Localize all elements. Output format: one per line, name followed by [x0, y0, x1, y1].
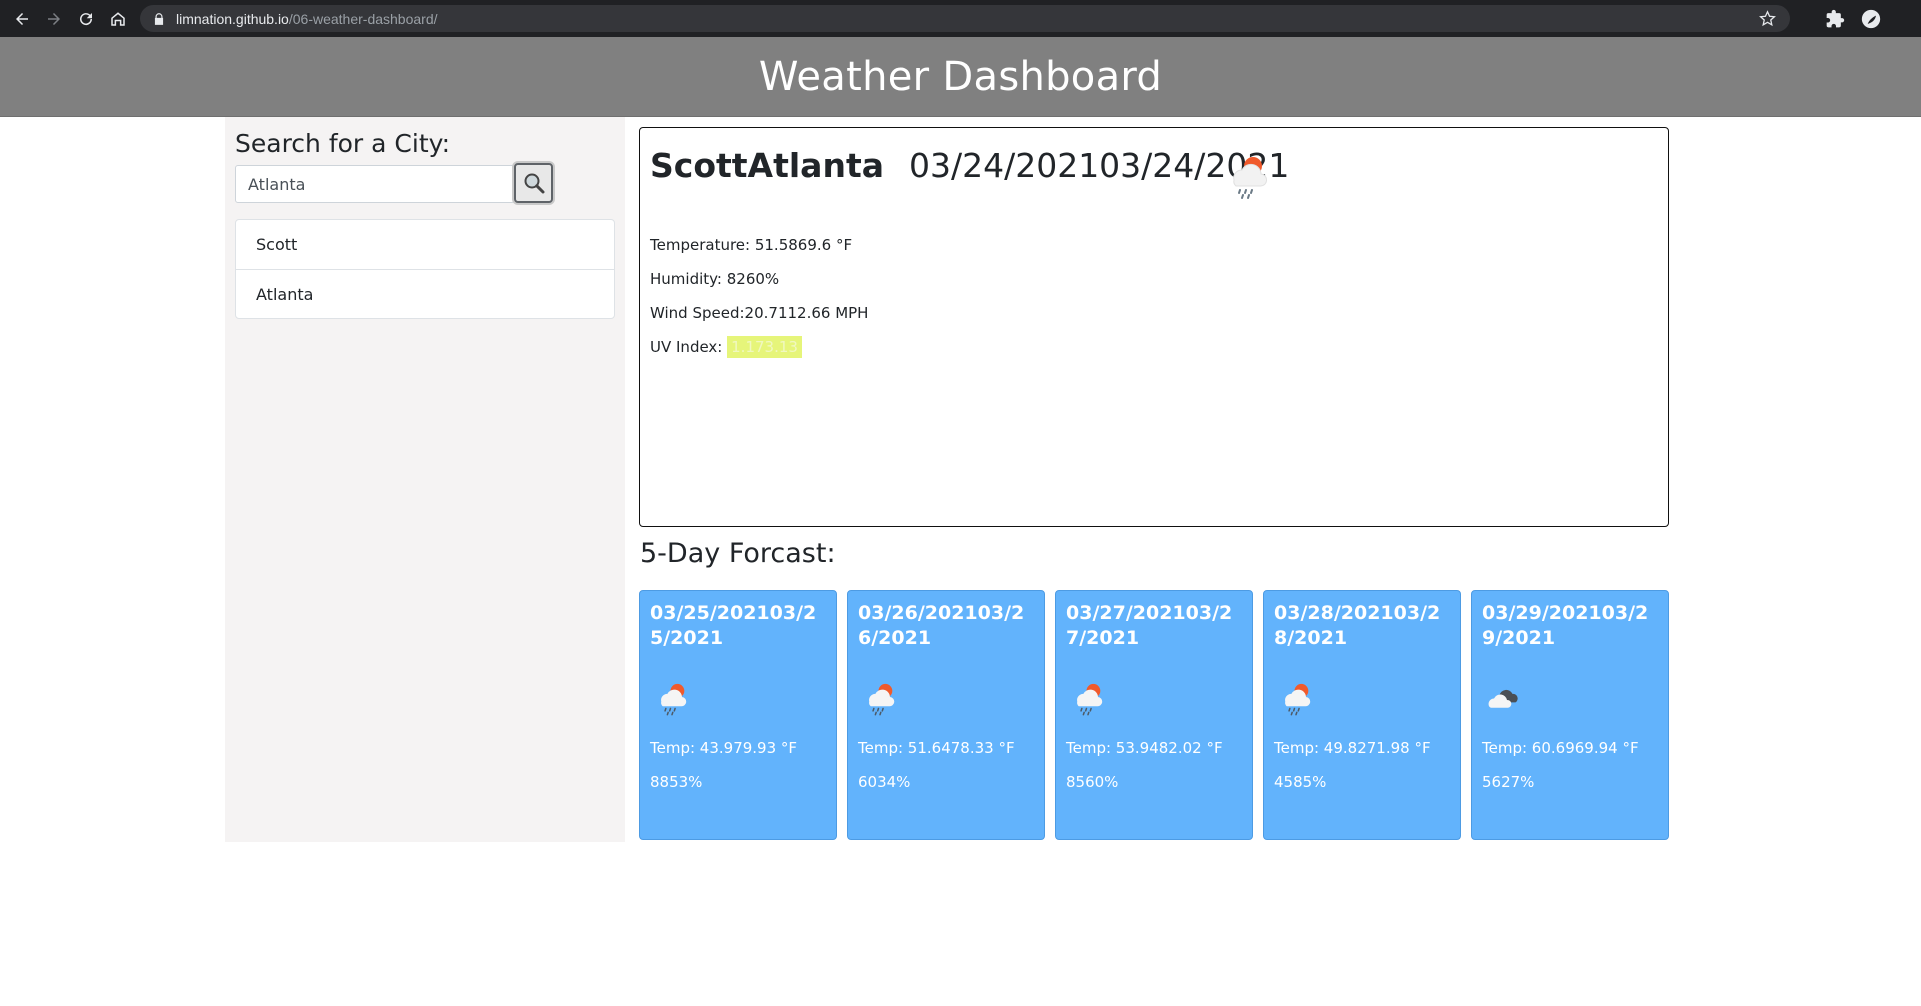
extensions-puzzle-icon[interactable] [1825, 9, 1845, 29]
current-weather-title: ScottAtlanta 03/24/202103/24/2021 [650, 146, 1289, 185]
browser-toolbar: limnation.github.io/06-weather-dashboard… [0, 0, 1921, 37]
arrow-right-icon [48, 12, 60, 25]
forecast-date: 03/29/202103/29/2021 [1482, 602, 1649, 649]
rain-sun-icon [1285, 683, 1311, 716]
arrow-left-icon [16, 12, 28, 25]
address-bar[interactable]: limnation.github.io/06-weather-dashboard… [140, 5, 1790, 32]
browser-actions [1825, 0, 1881, 37]
history-item-scott[interactable]: Scott [236, 220, 614, 269]
current-stats: Temperature: 51.5869.6 °F Humidity: 8260… [650, 228, 868, 364]
forecast-humidity: 8560% [1066, 773, 1119, 791]
profile-avatar-icon[interactable] [1861, 9, 1881, 29]
reload-icon [80, 12, 93, 25]
uv-index-label: UV Index: [650, 338, 723, 356]
forecast-humidity: 8853% [650, 773, 703, 791]
url-host: limnation.github.io [176, 10, 289, 27]
forecast-date: 03/28/202103/28/2021 [1274, 602, 1441, 649]
page-header: Weather Dashboard [0, 37, 1921, 117]
current-uv-index: UV Index: 1.173.13 [650, 330, 868, 364]
current-wind-speed: Wind Speed:20.7112.66 MPH [650, 304, 869, 322]
forecast-card: 03/26/202103/26/2021 Temp: 51.6478.33 °F… [847, 590, 1045, 840]
forecast-date: 03/27/202103/27/2021 [1066, 602, 1233, 649]
rain-sun-icon [1233, 157, 1267, 199]
history-item-atlanta[interactable]: Atlanta [236, 269, 614, 318]
home-icon [111, 11, 125, 26]
search-button[interactable] [514, 163, 553, 203]
forecast-date: 03/26/202103/26/2021 [858, 602, 1025, 649]
forward-button[interactable] [38, 0, 70, 37]
forecast-humidity: 4585% [1274, 773, 1327, 791]
rain-sun-icon [661, 683, 687, 716]
forecast-temp: Temp: 49.8271.98 °F [1274, 739, 1431, 757]
page-title: Weather Dashboard [758, 53, 1163, 100]
forecast-temp: Temp: 51.6478.33 °F [858, 739, 1015, 757]
current-weather-panel: ScottAtlanta 03/24/202103/24/2021 Temper… [639, 127, 1669, 527]
forecast-date: 03/25/202103/25/2021 [650, 602, 817, 649]
forecast-humidity: 5627% [1482, 773, 1535, 791]
search-history-list: Scott Atlanta [235, 219, 615, 319]
current-humidity: Humidity: 8260% [650, 270, 780, 288]
forecast-temp: Temp: 53.9482.02 °F [1066, 739, 1223, 757]
bookmark-star-icon[interactable] [1759, 10, 1776, 27]
current-temperature: Temperature: 51.5869.6 °F [650, 236, 853, 254]
forecast-card: 03/28/202103/28/2021 Temp: 49.8271.98 °F… [1263, 590, 1461, 840]
clouds-icon [1488, 689, 1518, 708]
forecast-temp: Temp: 43.979.93 °F [650, 739, 798, 757]
forecast-card: 03/29/202103/29/2021 Temp: 60.6969.94 °F… [1471, 590, 1669, 840]
forecast-cards: 03/25/202103/25/2021 Temp: 43.979.93 °F … [639, 590, 1670, 840]
url-path: /06-weather-dashboard/ [288, 10, 438, 27]
reload-button[interactable] [70, 0, 102, 37]
search-icon [524, 173, 544, 194]
forecast-temp: Temp: 60.6969.94 °F [1482, 739, 1639, 757]
back-button[interactable] [6, 0, 38, 37]
home-button[interactable] [102, 0, 134, 37]
forecast-card: 03/27/202103/27/2021 Temp: 53.9482.02 °F… [1055, 590, 1253, 840]
uv-index-value: 1.173.13 [727, 336, 802, 358]
rain-sun-icon [1077, 683, 1103, 716]
search-sidebar: Search for a City: Scott Atlanta [225, 117, 625, 842]
rain-sun-icon [869, 683, 895, 716]
forecast-card: 03/25/202103/25/2021 Temp: 43.979.93 °F … [639, 590, 837, 840]
city-search-input[interactable] [235, 165, 515, 203]
forecast-humidity: 6034% [858, 773, 911, 791]
lock-icon [154, 12, 164, 25]
current-city-name: ScottAtlanta [650, 146, 884, 185]
search-heading: Search for a City: [235, 129, 451, 158]
forecast-heading: 5-Day Forcast: [640, 538, 836, 569]
